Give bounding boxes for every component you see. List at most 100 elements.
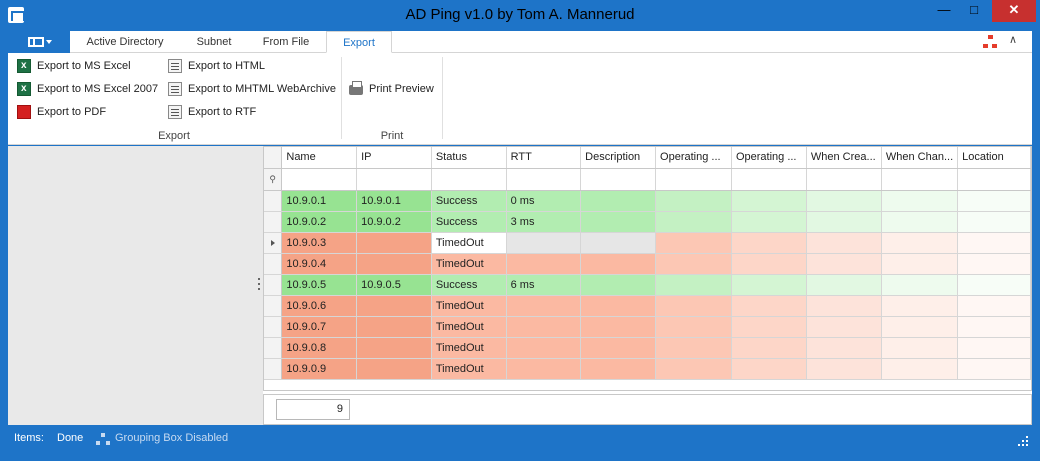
description-cell[interactable] [580, 253, 657, 275]
grouping-icon[interactable] [96, 433, 110, 445]
status-cell[interactable]: TimedOut [431, 295, 507, 317]
ip-cell[interactable] [356, 295, 432, 317]
column-header-operating-version[interactable]: Operating ... [731, 147, 807, 169]
status-cell[interactable]: Success [431, 274, 507, 296]
ip-cell[interactable]: 10.9.0.2 [356, 211, 432, 233]
os-version-cell[interactable] [731, 337, 807, 359]
ip-cell[interactable] [356, 337, 432, 359]
column-header-ip[interactable]: IP [356, 147, 432, 169]
os-version-cell[interactable] [731, 358, 807, 380]
description-cell[interactable] [580, 211, 657, 233]
rtt-cell[interactable]: 3 ms [506, 211, 582, 233]
tab-subnet[interactable]: Subnet [184, 31, 244, 53]
ip-cell[interactable] [356, 253, 432, 275]
when-created-cell[interactable] [806, 253, 882, 275]
when-created-cell[interactable] [806, 232, 882, 254]
column-header-when-created[interactable]: When Crea... [806, 147, 882, 169]
rtt-cell[interactable] [506, 232, 582, 254]
name-cell[interactable]: 10.9.0.4 [281, 253, 358, 275]
ip-cell[interactable] [356, 358, 432, 380]
column-header-status[interactable]: Status [431, 147, 507, 169]
status-cell[interactable]: TimedOut [431, 253, 507, 275]
name-cell[interactable]: 10.9.0.7 [281, 316, 358, 338]
filter-cell[interactable] [806, 168, 882, 191]
description-cell[interactable] [580, 358, 657, 380]
location-cell[interactable] [957, 190, 1031, 212]
ip-cell[interactable] [356, 316, 432, 338]
filter-cell[interactable] [655, 168, 732, 191]
status-cell[interactable]: TimedOut [431, 316, 507, 338]
close-button[interactable]: ✕ [992, 0, 1036, 22]
filter-cell[interactable] [431, 168, 507, 191]
os-cell[interactable] [655, 190, 732, 212]
when-changed-cell[interactable] [881, 211, 959, 233]
os-version-cell[interactable] [731, 295, 807, 317]
table-row[interactable]: 10.9.0.8 TimedOut [264, 337, 1031, 359]
location-cell[interactable] [957, 211, 1031, 233]
name-cell[interactable]: 10.9.0.1 [281, 190, 358, 212]
resize-grip-icon[interactable] [1022, 440, 1024, 442]
name-cell[interactable]: 10.9.0.3 [281, 232, 358, 254]
name-cell[interactable]: 10.9.0.9 [281, 358, 358, 380]
minimize-button[interactable]: — [928, 0, 960, 22]
rtt-cell[interactable] [506, 295, 582, 317]
description-cell[interactable] [580, 274, 657, 296]
location-cell[interactable] [957, 274, 1031, 296]
os-cell[interactable] [655, 295, 732, 317]
os-version-cell[interactable] [731, 274, 807, 296]
rtt-cell[interactable] [506, 358, 582, 380]
description-cell[interactable] [580, 337, 657, 359]
ip-cell[interactable]: 10.9.0.5 [356, 274, 432, 296]
table-row[interactable]: 10.9.0.5 10.9.0.5 Success 6 ms [264, 274, 1031, 296]
app-menu-button[interactable] [8, 31, 70, 53]
location-cell[interactable] [957, 337, 1031, 359]
tab-active-directory[interactable]: Active Directory [74, 31, 176, 53]
filter-cell[interactable] [881, 168, 959, 191]
os-cell[interactable] [655, 211, 732, 233]
column-header-operating-system[interactable]: Operating ... [655, 147, 732, 169]
ip-cell[interactable] [356, 232, 432, 254]
table-row[interactable]: 10.9.0.2 10.9.0.2 Success 3 ms [264, 211, 1031, 233]
tab-from-file[interactable]: From File [252, 31, 320, 53]
filter-cell[interactable] [506, 168, 582, 191]
os-version-cell[interactable] [731, 253, 807, 275]
panel-splitter[interactable] [256, 146, 263, 425]
os-cell[interactable] [655, 274, 732, 296]
description-cell[interactable] [580, 295, 657, 317]
location-cell[interactable] [957, 295, 1031, 317]
filter-cell[interactable] [731, 168, 807, 191]
filter-cell[interactable] [957, 168, 1031, 191]
table-row[interactable]: 10.9.0.1 10.9.0.1 Success 0 ms [264, 190, 1031, 212]
column-header-rtt[interactable]: RTT [506, 147, 582, 169]
rtt-cell[interactable] [506, 337, 582, 359]
when-created-cell[interactable] [806, 337, 882, 359]
grouping-status[interactable]: Grouping Box Disabled [115, 432, 228, 444]
table-row[interactable]: 10.9.0.3 TimedOut [264, 232, 1031, 254]
os-version-cell[interactable] [731, 190, 807, 212]
when-changed-cell[interactable] [881, 232, 959, 254]
when-created-cell[interactable] [806, 295, 882, 317]
description-cell[interactable] [580, 190, 657, 212]
network-icon[interactable] [983, 35, 997, 49]
location-cell[interactable] [957, 316, 1031, 338]
os-version-cell[interactable] [731, 232, 807, 254]
when-changed-cell[interactable] [881, 337, 959, 359]
os-cell[interactable] [655, 253, 732, 275]
rtt-cell[interactable]: 6 ms [506, 274, 582, 296]
name-cell[interactable]: 10.9.0.2 [281, 211, 358, 233]
description-cell[interactable] [580, 232, 657, 254]
os-cell[interactable] [655, 232, 732, 254]
rtt-cell[interactable] [506, 253, 582, 275]
name-cell[interactable]: 10.9.0.6 [281, 295, 358, 317]
when-changed-cell[interactable] [881, 358, 959, 380]
os-cell[interactable] [655, 337, 732, 359]
status-cell[interactable]: TimedOut [431, 358, 507, 380]
filter-cell[interactable] [281, 168, 358, 191]
when-changed-cell[interactable] [881, 316, 959, 338]
description-cell[interactable] [580, 316, 657, 338]
column-header-description[interactable]: Description [580, 147, 657, 169]
os-version-cell[interactable] [731, 316, 807, 338]
os-cell[interactable] [655, 316, 732, 338]
when-changed-cell[interactable] [881, 274, 959, 296]
when-created-cell[interactable] [806, 211, 882, 233]
